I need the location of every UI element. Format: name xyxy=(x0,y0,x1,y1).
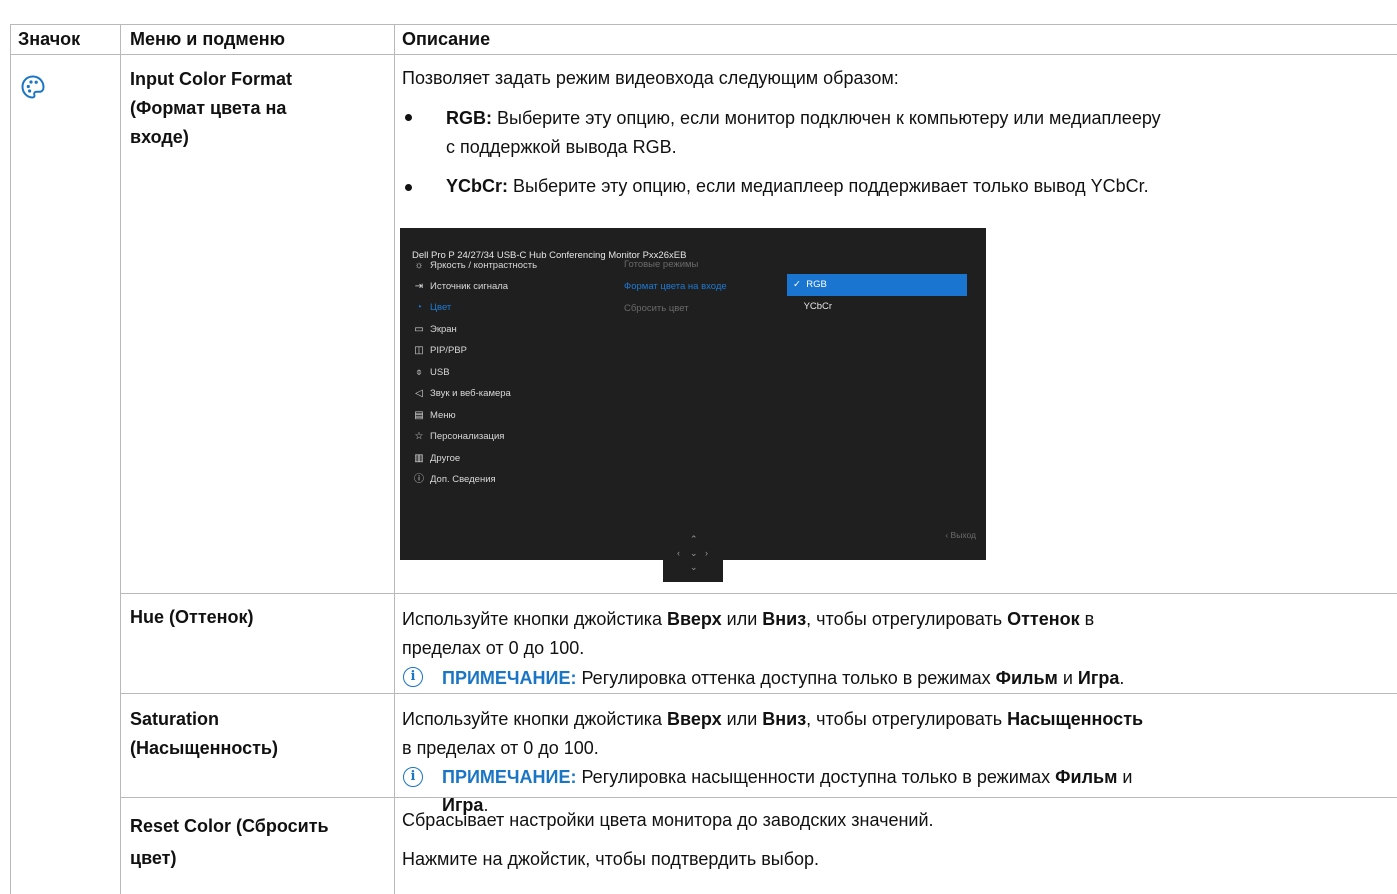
osd-item-pip: ◫ PIP/PBP xyxy=(414,344,467,356)
osd-item-other: ▥ Другое xyxy=(414,452,461,464)
osd-item-color: ◔ Цвет xyxy=(415,301,452,313)
osd-item-personalize: ☆ Персонализация xyxy=(414,430,505,442)
star-icon: ☆ xyxy=(414,430,424,442)
table-top-border xyxy=(10,24,1397,25)
osd-option-ycbcr: YCbCr xyxy=(803,301,833,312)
osd-sub-input-color: Формат цвета на входе xyxy=(624,281,727,292)
sun-icon: ☼ xyxy=(414,259,424,271)
osd-item-display: ▭ Экран xyxy=(414,323,457,335)
osd-item-menu: ▤ Меню xyxy=(414,409,456,421)
palette-icon xyxy=(20,74,46,100)
info-icon: i xyxy=(403,767,423,787)
speaker-icon: ◁ xyxy=(415,387,423,399)
input-icon: ⇥ xyxy=(414,280,424,292)
check-icon: ✓ xyxy=(793,279,801,290)
osd-option-rgb: ✓ RGB xyxy=(787,274,967,296)
input-color-intro: Позволяет задать режим видеовхода следую… xyxy=(402,68,899,88)
bullet-dot xyxy=(405,114,412,121)
joystick-icon: ⌃ ‹ ⌄ › ⌄ xyxy=(663,532,723,582)
osd-exit: ‹ Выход xyxy=(945,530,976,540)
menu-input-color-format: Input Color Format (Формат цвета на вход… xyxy=(130,65,292,152)
col-divider-2 xyxy=(394,24,395,894)
bullet-ycbcr: YCbCr: Выберите эту опцию, если медиапле… xyxy=(446,176,1149,196)
col-divider-1 xyxy=(120,24,121,894)
display-icon: ▭ xyxy=(414,323,424,335)
other-icon: ▥ xyxy=(414,452,424,464)
header-bottom-border xyxy=(10,54,1397,55)
menu-icon: ▤ xyxy=(414,409,424,421)
reset-confirm: Нажмите на джойстик, чтобы подтвердить в… xyxy=(402,849,820,869)
pip-icon: ◫ xyxy=(414,344,424,356)
info-icon: i xyxy=(403,667,423,687)
header-menu-col: Меню и подменю xyxy=(130,29,285,49)
osd-sub-reset: Сбросить цвет xyxy=(624,303,689,314)
osd-item-usb: ⌽ USB xyxy=(416,366,450,378)
row-border-1 xyxy=(120,593,1397,594)
reset-description: Сбрасывает настройки цвета монитора до з… xyxy=(402,810,934,830)
header-desc-col: Описание xyxy=(402,29,491,49)
menu-line: Input Color Format xyxy=(130,69,292,89)
bullet-dot xyxy=(405,184,412,191)
bullet-rgb: RGB: Выберите эту опцию, если монитор по… xyxy=(446,108,1161,157)
menu-line: (Формат цвета на xyxy=(130,98,287,118)
osd-item-brightness: ☼ Яркость / контрастность xyxy=(414,259,538,271)
osd-item-input-source: ⇥ Источник сигнала xyxy=(414,280,509,292)
usb-icon: ⌽ xyxy=(416,366,422,378)
osd-item-info: ⓘ Доп. Сведения xyxy=(414,473,496,485)
menu-saturation: Saturation (Насыщенность) xyxy=(130,709,278,758)
osd-sub-preset: Готовые режимы xyxy=(624,259,699,270)
hue-note: ПРИМЕЧАНИЕ: Регулировка оттенка доступна… xyxy=(442,668,1125,688)
table-left-border xyxy=(10,24,11,894)
hue-description: Используйте кнопки джойстика Вверх или В… xyxy=(402,609,1095,658)
osd-item-audio: ◁ Звук и веб-камера xyxy=(415,387,511,399)
row-border-2 xyxy=(120,693,1397,694)
header-icon-col: Значок xyxy=(18,29,81,49)
saturation-description: Используйте кнопки джойстика Вверх или В… xyxy=(402,709,1144,758)
info-icon: ⓘ xyxy=(414,473,424,485)
palette-icon: ◔ xyxy=(415,301,423,313)
menu-hue: Hue (Оттенок) xyxy=(130,607,254,627)
osd-screenshot: Dell Pro P 24/27/34 USB-C Hub Conferenci… xyxy=(400,228,986,560)
menu-reset-color: Reset Color (Сбросить цвет) xyxy=(130,816,329,868)
menu-line: входе) xyxy=(130,127,189,147)
